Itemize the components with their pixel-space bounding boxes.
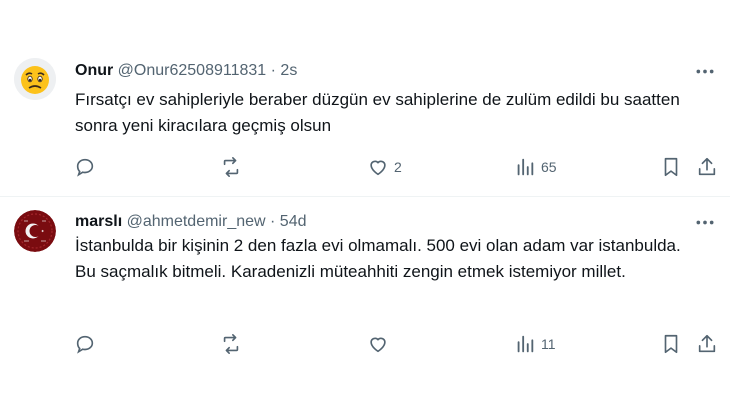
- timestamp[interactable]: 54d: [280, 213, 307, 230]
- display-name[interactable]: marslı: [75, 213, 122, 230]
- avatar[interactable]: [14, 210, 56, 252]
- like-button[interactable]: [367, 327, 394, 361]
- more-options-button[interactable]: [692, 61, 718, 81]
- repost-icon: [223, 334, 239, 354]
- tweet-header: marslı @ahmetdemir_new · 54d: [75, 212, 307, 232]
- handle[interactable]: @ahmetdemir_new: [127, 213, 266, 230]
- separator: ·: [270, 62, 276, 79]
- reply-button[interactable]: [74, 327, 101, 361]
- view-count: 65: [541, 159, 557, 175]
- more-options-button[interactable]: [692, 212, 718, 232]
- timestamp[interactable]: 2s: [280, 62, 297, 79]
- action-bar: 11: [62, 327, 730, 361]
- repost-button[interactable]: [220, 150, 247, 184]
- bookmark-button[interactable]: [660, 327, 682, 361]
- share-button[interactable]: [696, 150, 718, 184]
- share-icon: [698, 334, 716, 353]
- share-button[interactable]: [696, 327, 718, 361]
- more-dots-icon: [696, 69, 714, 73]
- like-count: 2: [394, 159, 402, 175]
- repost-icon: [223, 157, 239, 177]
- views-chart-icon: [517, 158, 534, 176]
- reply-button[interactable]: [74, 150, 101, 184]
- view-count: 11: [541, 336, 556, 352]
- views-button[interactable]: 65: [514, 150, 557, 184]
- tweet-2[interactable]: marslı @ahmetdemir_new · 54d İstanbulda …: [0, 197, 730, 420]
- bookmark-button[interactable]: [660, 150, 682, 184]
- display-name[interactable]: Onur: [75, 62, 113, 79]
- bookmark-icon: [664, 157, 678, 177]
- heart-icon: [370, 337, 386, 353]
- tweet-text: İstanbulda bir kişinin 2 den fazla evi o…: [75, 236, 681, 281]
- views-chart-icon: [517, 335, 534, 353]
- tweet-text: Fırsatçı ev sahipleriyle beraber düzgün …: [75, 90, 680, 135]
- action-bar: 2 65: [62, 150, 730, 184]
- separator: ·: [270, 213, 276, 230]
- bookmark-icon: [664, 334, 678, 354]
- tweet-header: Onur @Onur62508911831 · 2s: [75, 61, 297, 81]
- handle[interactable]: @Onur62508911831: [118, 62, 267, 79]
- reply-icon: [76, 158, 94, 177]
- like-button[interactable]: 2: [367, 150, 402, 184]
- views-button[interactable]: 11: [514, 327, 556, 361]
- avatar[interactable]: [14, 58, 56, 100]
- red-crescent-emblem-icon: [14, 210, 56, 252]
- share-icon: [698, 157, 716, 176]
- reply-icon: [76, 335, 94, 354]
- repost-button[interactable]: [220, 327, 247, 361]
- heart-icon: [370, 160, 386, 176]
- more-dots-icon: [696, 220, 714, 224]
- tweet-1[interactable]: Onur @Onur62508911831 · 2s Fırsatçı ev s…: [0, 0, 730, 196]
- worried-face-emoji-icon: [14, 58, 56, 100]
